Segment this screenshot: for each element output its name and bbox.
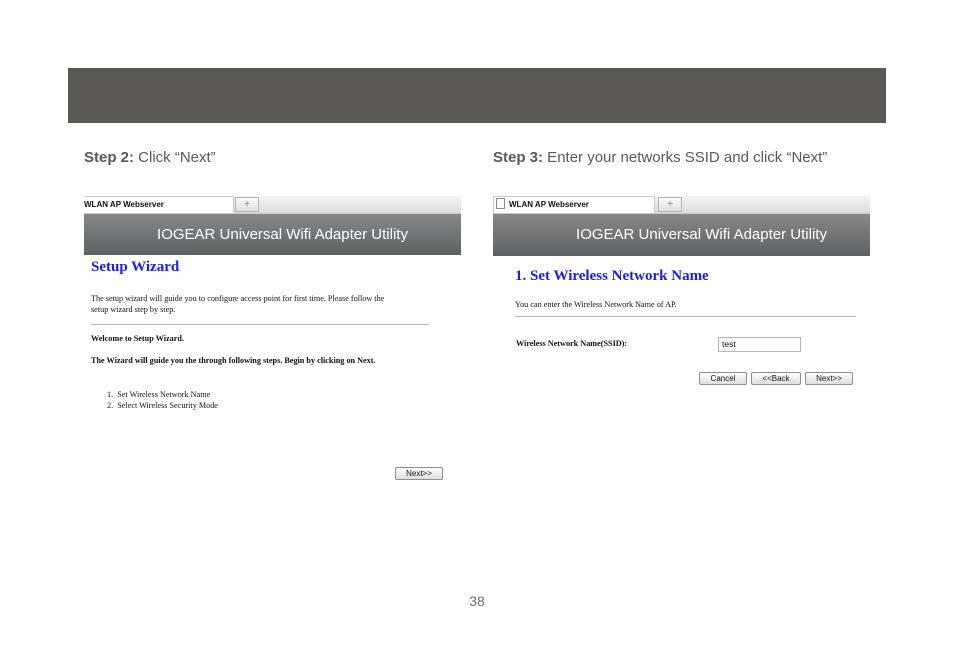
step-3-caption: Step 3: Enter your networks SSID and cli… (493, 149, 827, 166)
intro-line-2: setup wizard step by step. (91, 305, 176, 314)
browser-tab-bar: WLAN AP Webserver + (493, 196, 870, 214)
next-button[interactable]: Next>> (395, 467, 443, 480)
step-2-label: Step 2: (84, 149, 135, 166)
browser-tab-bar: WLAN AP Webserver + (84, 196, 461, 214)
header-bar (68, 68, 886, 123)
setup-wizard-screenshot: WLAN AP Webserver + IOGEAR Universal Wif… (84, 196, 461, 496)
intro-text: You can enter the Wireless Network Name … (515, 300, 677, 309)
welcome-text: Welcome to Setup Wizard. (91, 334, 184, 343)
browser-tab[interactable]: WLAN AP Webserver (493, 196, 655, 213)
setup-wizard-heading: Setup Wizard (91, 259, 180, 275)
guide-text: The Wizard will guide you the through fo… (91, 356, 376, 365)
divider (91, 324, 429, 325)
back-button[interactable]: <<Back (751, 372, 801, 385)
ssid-input[interactable]: test (718, 337, 801, 352)
tab-title: WLAN AP Webserver (84, 200, 164, 209)
ssid-screenshot: WLAN AP Webserver + IOGEAR Universal Wif… (493, 196, 870, 396)
step-2-text: Click “Next” (134, 149, 216, 166)
list-item: 1. Set Wireless Network Name (107, 390, 211, 399)
list-item: 2. Select Wireless Security Mode (107, 401, 218, 410)
step-3-label: Step 3: (493, 149, 544, 166)
set-network-name-heading: 1. Set Wireless Network Name (515, 268, 709, 284)
page-number: 38 (469, 593, 485, 609)
step-2-caption: Step 2: Click “Next” (84, 149, 216, 166)
cancel-button[interactable]: Cancel (699, 372, 747, 385)
divider (515, 316, 856, 317)
step-item-label: Select Wireless Security Mode (117, 401, 218, 410)
new-tab-icon[interactable]: + (235, 197, 259, 212)
utility-banner: IOGEAR Universal Wifi Adapter Utility (84, 214, 461, 255)
intro-line-1: The setup wizard will guide you to confi… (91, 294, 385, 303)
next-button[interactable]: Next>> (805, 372, 853, 385)
tab-title: WLAN AP Webserver (509, 200, 589, 209)
step-3-text: Enter your networks SSID and click “Next… (543, 149, 828, 166)
step-item-label: Set Wireless Network Name (117, 390, 211, 399)
page-icon (496, 198, 505, 209)
browser-tab[interactable]: WLAN AP Webserver (84, 196, 234, 213)
utility-banner: IOGEAR Universal Wifi Adapter Utility (493, 214, 870, 256)
new-tab-icon[interactable]: + (658, 197, 682, 212)
ssid-label: Wireless Network Name(SSID): (516, 339, 628, 348)
